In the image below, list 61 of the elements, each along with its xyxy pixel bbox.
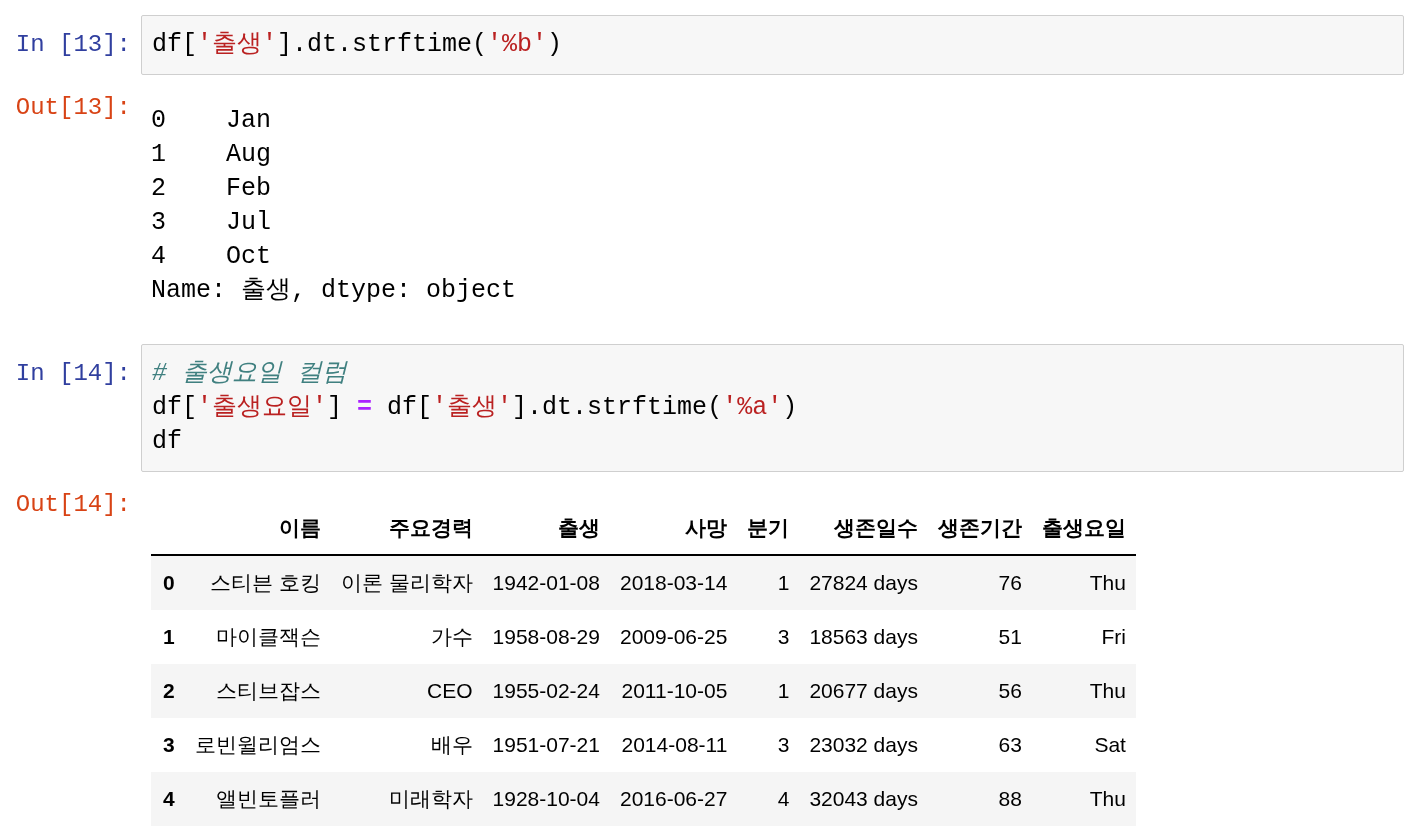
table-cell: 스티븐 호킹 [184,555,331,610]
table-cell: 앨빈토플러 [184,772,331,826]
table-cell: 2009-06-25 [609,610,738,664]
output-line: 0 Jan [151,105,272,137]
table-cell: 56 [927,664,1032,718]
table-cell: 1942-01-08 [482,555,610,610]
output-line: Name: 출생, dtype: object [151,275,517,307]
output-line: 4 Oct [151,241,272,273]
row-index: 3 [151,718,185,772]
code-line: df['출생요일'] = df['출생'].dt.strftime('%a') [152,392,798,424]
table-cell: 스티브잡스 [184,664,331,718]
table-cell: 미래학자 [330,772,483,826]
table-cell: 4 [737,772,800,826]
table-cell: 27824 days [799,555,928,610]
table-cell: Thu [1031,772,1136,826]
table-cell: 2014-08-11 [609,718,738,772]
row-index: 1 [151,610,185,664]
output-line: 3 Jul [151,207,272,239]
table-cell: 1958-08-29 [482,610,610,664]
table-cell: Fri [1031,610,1136,664]
code-input-cell[interactable]: # 출생요일 컬럼 df['출생요일'] = df['출생'].dt.strftime('%a') df [141,344,1404,472]
table-cell: 1 [737,555,800,610]
output-line: 2 Feb [151,173,272,205]
output-prompt: Out[13]: [15,94,131,121]
table-cell: 63 [927,718,1032,772]
table-cell: Sat [1031,718,1136,772]
table-cell: 1955-02-24 [482,664,610,718]
table-cell: 32043 days [799,772,928,826]
table-cell: 76 [927,555,1032,610]
table-cell: 3 [737,718,800,772]
code-line: df [152,426,182,458]
row-index: 0 [151,555,185,610]
row-index: 2 [151,664,185,718]
input-prompt: In [14]: [15,360,131,387]
code-line: df['출생'].dt.strftime('%b') [152,29,563,61]
table-cell: 2016-06-27 [609,772,738,826]
table-cell: 18563 days [799,610,928,664]
table-cell: 배우 [330,718,483,772]
table-cell: CEO [330,664,483,718]
table-cell: 3 [737,610,800,664]
table-cell: 1951-07-21 [482,718,610,772]
table-cell: 2011-10-05 [609,664,738,718]
table-cell: 가수 [330,610,483,664]
table-cell: 마이클잭슨 [184,610,331,664]
code-input-cell[interactable]: df['출생'].dt.strftime('%b') [141,15,1404,75]
table-cell: 88 [927,772,1032,826]
table-cell: 20677 days [799,664,928,718]
output-prompt: Out[14]: [15,491,131,518]
table-cell: 23032 days [799,718,928,772]
output-line: 1 Aug [151,139,272,171]
code-line: # 출생요일 컬럼 [152,358,347,390]
table-cell: Thu [1031,555,1136,610]
table-cell: 이론 물리학자 [330,555,483,610]
row-index: 4 [151,772,185,826]
input-prompt: In [13]: [15,31,131,58]
table-cell: 51 [927,610,1032,664]
table-cell: Thu [1031,664,1136,718]
table-cell: 1 [737,664,800,718]
table-cell: 2018-03-14 [609,555,738,610]
table-cell: 로빈윌리엄스 [184,718,331,772]
table-cell: 1928-10-04 [482,772,610,826]
